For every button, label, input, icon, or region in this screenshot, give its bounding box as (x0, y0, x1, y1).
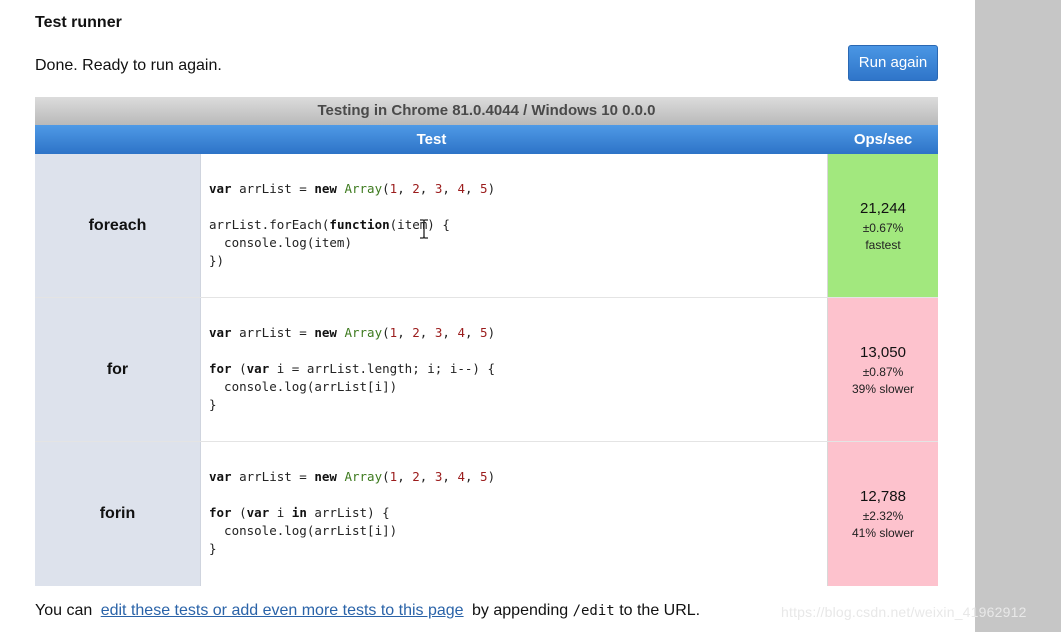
footer-prefix: You can (35, 602, 93, 619)
watermark: https://blog.csdn.net/weixin_41962912 (781, 604, 1027, 620)
ops-error: ±0.67% (862, 220, 904, 235)
table-row: for var arrList = new Array(1, 2, 3, 4, … (35, 298, 938, 442)
footer-text: You can edit these tests or add even mor… (35, 602, 700, 620)
code-line: for (var i = arrList.length; i; i--) { (209, 361, 495, 376)
scrollbar-gutter (975, 0, 1061, 632)
code-block: var arrList = new Array(1, 2, 3, 4, 5) f… (209, 324, 827, 414)
column-header-ops: Ops/sec (853, 131, 913, 148)
table-row: forin var arrList = new Array(1, 2, 3, 4… (35, 442, 938, 586)
ops-rank: 41% slower (851, 526, 915, 540)
ops-result: 13,050 ±0.87% 39% slower (828, 298, 938, 441)
code-line: } (209, 541, 217, 556)
test-code[interactable]: var arrList = new Array(1, 2, 3, 4, 5) f… (201, 442, 828, 586)
code-line: } (209, 397, 217, 412)
code-line: var arrList = new Array(1, 2, 3, 4, 5) (209, 181, 496, 196)
code-line: }) (209, 253, 225, 268)
ops-value: 21,244 (860, 199, 906, 217)
results-table: Testing in Chrome 81.0.4044 / Windows 10… (35, 97, 938, 586)
environment-header: Testing in Chrome 81.0.4044 / Windows 10… (35, 97, 938, 125)
footer-path: /edit (572, 603, 615, 619)
ops-value: 12,788 (860, 488, 906, 505)
code-line: arrList.forEach(function(item) { (209, 217, 450, 232)
code-line: var arrList = new Array(1, 2, 3, 4, 5) (209, 325, 496, 340)
ops-value: 13,050 (860, 343, 906, 361)
edit-tests-link[interactable]: edit these tests or add even more tests … (101, 602, 464, 619)
footer-middle: by appending (472, 602, 569, 619)
test-name: for (35, 298, 201, 441)
code-line: console.log(item) (209, 235, 352, 250)
test-name: foreach (35, 154, 201, 297)
ops-rank: fastest (865, 237, 901, 252)
column-header-test: Test (416, 131, 447, 148)
text-cursor-icon (420, 219, 428, 239)
test-name: forin (35, 442, 201, 586)
table-header: Test Ops/sec (35, 125, 938, 154)
test-code[interactable]: var arrList = new Array(1, 2, 3, 4, 5) f… (201, 298, 828, 441)
ops-rank: 39% slower (851, 381, 915, 396)
code-line: for (var i in arrList) { (209, 505, 390, 520)
code-line: console.log(arrList[i]) (209, 523, 398, 538)
ops-error: ±0.87% (862, 364, 904, 379)
table-row: foreach var arrList = new Array(1, 2, 3,… (35, 154, 938, 298)
code-block: var arrList = new Array(1, 2, 3, 4, 5) a… (209, 180, 827, 270)
test-code[interactable]: var arrList = new Array(1, 2, 3, 4, 5) a… (201, 154, 828, 297)
status-text: Done. Ready to run again. (35, 57, 222, 74)
code-line: var arrList = new Array(1, 2, 3, 4, 5) (209, 469, 496, 484)
footer-suffix: to the URL. (619, 602, 701, 619)
code-line: console.log(arrList[i]) (209, 379, 398, 394)
page-title: Test runner (35, 14, 122, 31)
code-block: var arrList = new Array(1, 2, 3, 4, 5) f… (209, 468, 827, 558)
ops-error: ±2.32% (862, 509, 904, 523)
ops-result: 21,244 ±0.67% fastest (828, 154, 938, 297)
ops-result: 12,788 ±2.32% 41% slower (828, 442, 938, 586)
run-again-button[interactable]: Run again (848, 45, 938, 81)
